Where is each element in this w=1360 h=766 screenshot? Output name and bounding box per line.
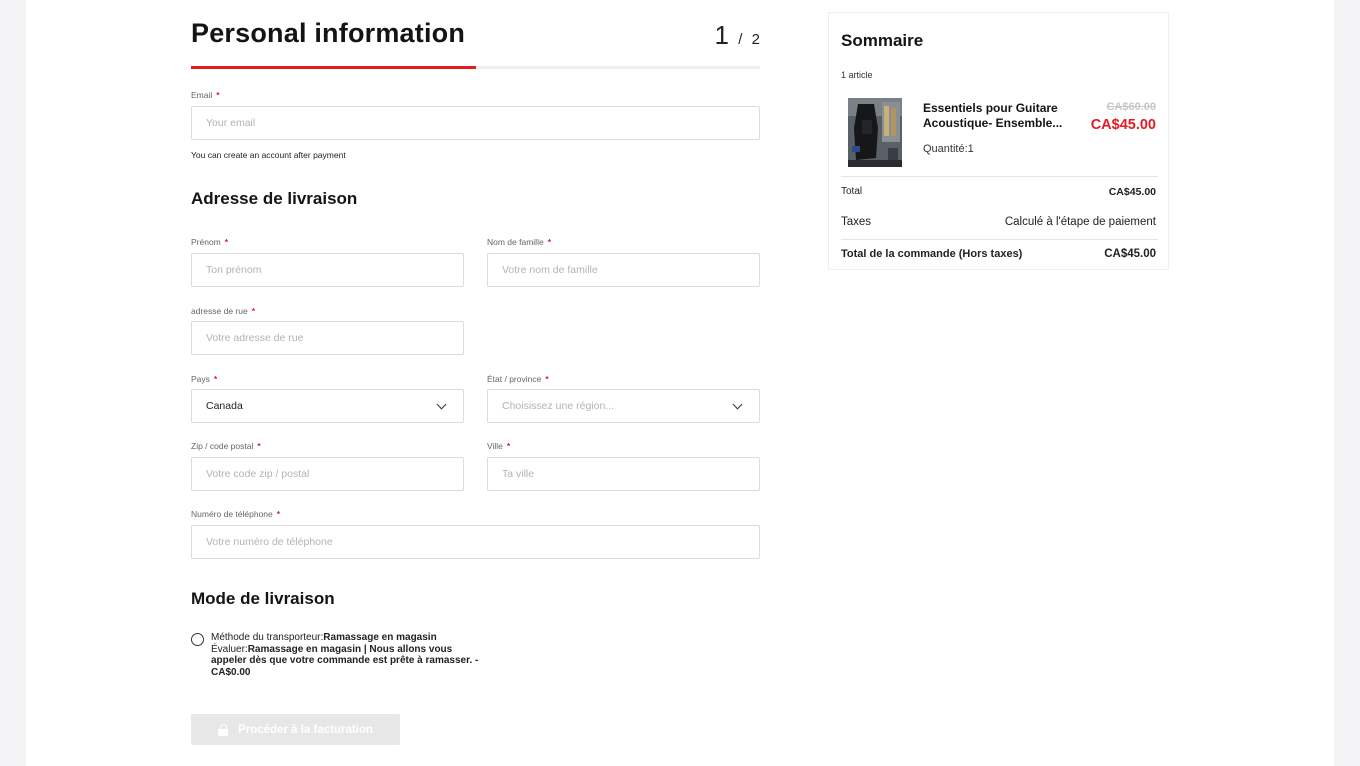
carrier-prefix: Méthode du transporteur: bbox=[211, 632, 324, 643]
required-mark: * bbox=[257, 441, 261, 451]
first-name-input[interactable] bbox=[191, 253, 464, 287]
city-label-text: Ville bbox=[487, 441, 503, 451]
step-progress-fill bbox=[191, 66, 476, 69]
last-name-input[interactable] bbox=[487, 253, 760, 287]
required-mark: * bbox=[545, 374, 549, 384]
zip-label: Zip / code postal * bbox=[191, 441, 261, 451]
page-title: Personal information bbox=[191, 18, 466, 48]
carrier-name: Ramassage en magasin bbox=[323, 632, 437, 643]
required-mark: * bbox=[224, 237, 229, 247]
email-label: Email * bbox=[191, 90, 220, 100]
region-select-placeholder: Choisissez une région... bbox=[502, 400, 615, 412]
first-name-label: Prénom * bbox=[191, 237, 228, 247]
order-summary: Sommaire 1 article Essentiels pour Guita… bbox=[828, 12, 1169, 270]
country-label: Pays * bbox=[191, 374, 217, 384]
phone-label-text: Numéro de téléphone bbox=[191, 509, 273, 519]
phone-input[interactable] bbox=[191, 525, 760, 559]
step-indicator: 1 / 2 bbox=[715, 20, 760, 51]
product-old-price: CA$60.00 bbox=[1106, 101, 1156, 113]
total-label: Total bbox=[841, 186, 863, 197]
email-input[interactable] bbox=[191, 106, 760, 140]
order-total-value: CA$45.00 bbox=[1104, 248, 1156, 260]
product-thumbnail bbox=[848, 98, 902, 167]
country-select[interactable]: Canada bbox=[191, 389, 464, 423]
product-sale-price: CA$45.00 bbox=[1090, 117, 1156, 133]
rate-text: Ramassage en magasin | Nous allons vous … bbox=[211, 643, 479, 678]
chevron-down-icon bbox=[436, 399, 447, 409]
proceed-to-billing-button[interactable]: Procéder à la facturation bbox=[191, 714, 400, 745]
region-label-text: État / province bbox=[487, 374, 542, 384]
summary-item-count: 1 article bbox=[841, 70, 873, 80]
street-input[interactable] bbox=[191, 321, 464, 355]
required-mark: * bbox=[547, 237, 551, 247]
last-name-label-text: Nom de famille bbox=[487, 237, 544, 247]
shipping-option-text: Méthode du transporteur:Ramassage en mag… bbox=[211, 632, 481, 678]
last-name-label: Nom de famille * bbox=[487, 237, 551, 247]
step-progress-bar bbox=[191, 66, 760, 69]
required-mark: * bbox=[276, 509, 281, 519]
product-quantity: Quantité:1 bbox=[923, 143, 974, 155]
first-name-label-text: Prénom bbox=[191, 237, 221, 247]
required-mark: * bbox=[506, 441, 511, 451]
product-name[interactable]: Essentiels pour Guitare Acoustique- Ense… bbox=[923, 101, 1083, 131]
product-name-line2: Acoustique- Ensemble... bbox=[923, 116, 1063, 130]
summary-divider bbox=[841, 239, 1158, 240]
rate-prefix: Évaluer: bbox=[211, 643, 248, 655]
shipping-section-title: Mode de livraison bbox=[191, 589, 335, 608]
chevron-down-icon bbox=[732, 399, 743, 409]
street-label: adresse de rue * bbox=[191, 306, 255, 316]
order-total-label: Total de la commande (Hors taxes) bbox=[841, 248, 1023, 260]
city-label: Ville * bbox=[487, 441, 510, 451]
checkout-page: Personal information 1 / 2 Email* You ca… bbox=[26, 0, 1334, 766]
region-select[interactable]: Choisissez une région... bbox=[487, 389, 760, 423]
step-total: 2 bbox=[751, 31, 760, 48]
email-help-text: You can create an account after payment bbox=[191, 150, 346, 160]
step-current: 1 bbox=[714, 20, 730, 50]
address-section-title: Adresse de livraison bbox=[191, 189, 358, 208]
region-label: État / province * bbox=[487, 374, 549, 384]
shipping-radio[interactable] bbox=[191, 633, 204, 646]
product-image bbox=[848, 98, 902, 167]
zip-input[interactable] bbox=[191, 457, 464, 491]
city-input[interactable] bbox=[487, 457, 760, 491]
street-label-text: adresse de rue bbox=[191, 306, 248, 316]
total-value: CA$45.00 bbox=[1108, 186, 1156, 198]
taxes-value: Calculé à l'étape de paiement bbox=[1004, 216, 1156, 228]
summary-title: Sommaire bbox=[841, 31, 924, 50]
country-label-text: Pays bbox=[191, 374, 210, 384]
country-select-value: Canada bbox=[206, 400, 243, 412]
email-label-text: Email bbox=[191, 90, 213, 100]
required-mark: * bbox=[213, 374, 218, 384]
lock-icon bbox=[218, 723, 229, 736]
taxes-label: Taxes bbox=[841, 216, 872, 228]
required-mark: * bbox=[251, 306, 256, 316]
required-mark: * bbox=[216, 90, 220, 100]
phone-label: Numéro de téléphone * bbox=[191, 509, 280, 519]
product-name-line1: Essentiels pour Guitare bbox=[923, 101, 1058, 115]
zip-label-text: Zip / code postal bbox=[191, 441, 254, 451]
step-separator: / bbox=[738, 31, 743, 48]
proceed-button-label: Procéder à la facturation bbox=[238, 723, 373, 736]
summary-divider bbox=[841, 176, 1158, 177]
